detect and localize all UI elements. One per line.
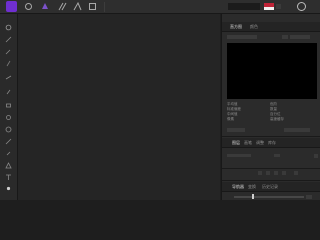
app-logo[interactable] — [6, 1, 17, 12]
avatar-icon[interactable] — [297, 2, 306, 11]
top-toolbar — [0, 0, 320, 14]
histogram-preview — [227, 43, 317, 99]
layers-panel-tabs: 图层 画笔 调整 库存 — [222, 138, 320, 148]
panel-divider — [222, 180, 320, 181]
tab-stock[interactable]: 库存 — [268, 140, 276, 146]
text-tool-icon[interactable] — [5, 174, 12, 181]
zoom-slider[interactable] — [234, 196, 304, 198]
dodge-brush-icon[interactable] — [5, 114, 12, 121]
blend-mode-select[interactable] — [274, 154, 280, 157]
delete-layer-icon[interactable] — [294, 171, 298, 175]
panel-divider — [222, 168, 320, 169]
panel-divider — [222, 136, 320, 137]
pen-tool-icon[interactable] — [5, 162, 12, 169]
tab-color[interactable]: 颜色 — [250, 24, 258, 30]
tools-panel — [0, 14, 18, 200]
toolbar-separator — [104, 2, 105, 12]
info-label: 像素 — [227, 117, 234, 121]
info-field — [284, 128, 310, 132]
toolbar-dark-field — [228, 3, 260, 10]
crop-tool-icon[interactable] — [5, 48, 12, 55]
persona-develop-icon[interactable] — [58, 2, 67, 11]
persona-tone-map-icon[interactable] — [73, 1, 82, 11]
move-tool-icon[interactable] — [5, 24, 12, 31]
navigator-panel-tabs: 导航器 变换 历史记录 — [222, 182, 320, 192]
persona-photo-icon[interactable] — [24, 2, 33, 11]
tab-brushes[interactable]: 画笔 — [244, 140, 252, 146]
warning-toggle[interactable] — [282, 35, 288, 39]
tab-layers[interactable]: 图层 — [232, 140, 240, 146]
healing-brush-icon[interactable] — [5, 138, 12, 145]
flag-icon[interactable] — [264, 3, 274, 10]
tab-histogram[interactable]: 直方图 — [230, 24, 242, 30]
zoom-slider-knob[interactable] — [252, 194, 254, 199]
erase-brush-icon[interactable] — [5, 102, 12, 109]
persona-export-icon[interactable] — [88, 2, 97, 11]
info-label: 高速缓存 — [270, 117, 284, 121]
persona-liquify-icon[interactable] — [41, 2, 50, 11]
tab-history[interactable]: 历史记录 — [262, 184, 278, 190]
channel-select[interactable] — [227, 35, 257, 39]
paint-brush-icon[interactable] — [5, 88, 12, 95]
histogram-panel-tabs: 直方图 颜色 — [222, 22, 320, 32]
clone-brush-icon[interactable] — [5, 126, 12, 133]
selection-brush-icon[interactable] — [5, 60, 12, 67]
panel-menu-icon[interactable] — [314, 154, 318, 158]
advanced-toggle[interactable] — [290, 35, 310, 39]
opacity-slider[interactable] — [227, 154, 251, 157]
canvas-area[interactable] — [18, 14, 220, 200]
dropdown-icon[interactable] — [276, 4, 281, 9]
red-eye-icon[interactable] — [5, 150, 12, 157]
add-layer-icon[interactable] — [258, 171, 262, 175]
right-panels: 直方图 颜色 平均值 标准偏差 中间值 像素 色阶 数量 百分位 高速缓存 图层… — [221, 14, 320, 200]
color-picker-icon[interactable] — [5, 185, 12, 192]
mask-icon[interactable] — [266, 171, 270, 175]
tab-transform[interactable]: 变换 — [248, 184, 256, 190]
zoom-value[interactable] — [306, 195, 312, 199]
group-icon[interactable] — [282, 171, 286, 175]
adjustment-icon[interactable] — [274, 171, 278, 175]
flood-select-icon[interactable] — [5, 74, 12, 81]
tab-navigator[interactable]: 导航器 — [232, 184, 244, 190]
info-field — [227, 128, 245, 132]
tab-adjustments[interactable]: 调整 — [256, 140, 264, 146]
view-tool-icon[interactable] — [5, 36, 12, 43]
